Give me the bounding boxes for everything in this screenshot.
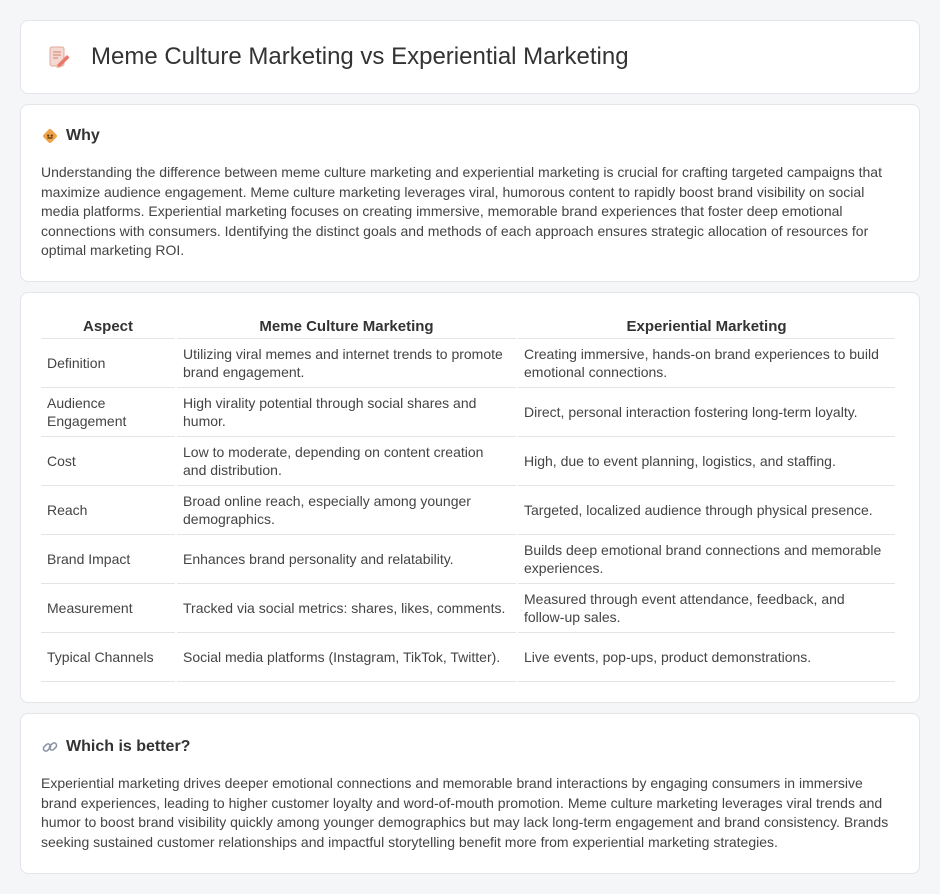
comparison-table: Aspect Meme Culture Marketing Experienti… — [39, 313, 897, 682]
better-title: Which is better? — [66, 738, 191, 755]
row-experiential-value: Direct, personal interaction fostering l… — [518, 388, 895, 437]
header-card: Meme Culture Marketing vs Experiential M… — [20, 20, 920, 94]
table-row: Definition Utilizing viral memes and int… — [41, 339, 895, 388]
table-row: Brand Impact Enhances brand personality … — [41, 535, 895, 584]
table-header-row: Aspect Meme Culture Marketing Experienti… — [41, 313, 895, 339]
memo-pencil-icon — [47, 45, 71, 69]
better-text: Experiential marketing drives deeper emo… — [41, 775, 889, 850]
row-aspect: Measurement — [41, 584, 175, 633]
page-title: Meme Culture Marketing vs Experiential M… — [91, 43, 629, 70]
row-meme-value: Broad online reach, especially among you… — [177, 486, 516, 535]
header-meme-culture: Meme Culture Marketing — [177, 313, 516, 339]
row-experiential-value: Measured through event attendance, feedb… — [518, 584, 895, 633]
row-experiential-value: High, due to event planning, logistics, … — [518, 437, 895, 486]
row-meme-value: Enhances brand personality and relatabil… — [177, 535, 516, 584]
why-title: Why — [66, 127, 100, 144]
why-heading: Why — [41, 127, 899, 145]
row-aspect: Cost — [41, 437, 175, 486]
row-experiential-value: Live events, pop-ups, product demonstrat… — [518, 633, 895, 682]
row-meme-value: Utilizing viral memes and internet trend… — [177, 339, 516, 388]
why-text: Understanding the difference between mem… — [41, 164, 882, 258]
table-row: Audience Engagement High virality potent… — [41, 388, 895, 437]
row-experiential-value: Targeted, localized audience through phy… — [518, 486, 895, 535]
which-is-better-section: Which is better? Experiential marketing … — [20, 713, 920, 874]
comparison-table-card: Aspect Meme Culture Marketing Experienti… — [20, 292, 920, 703]
table-row: Cost Low to moderate, depending on conte… — [41, 437, 895, 486]
diamond-warning-icon — [41, 127, 59, 145]
row-experiential-value: Creating immersive, hands-on brand exper… — [518, 339, 895, 388]
row-aspect: Audience Engagement — [41, 388, 175, 437]
link-icon — [41, 738, 59, 756]
header-experiential: Experiential Marketing — [518, 313, 895, 339]
row-aspect: Brand Impact — [41, 535, 175, 584]
row-experiential-value: Builds deep emotional brand connections … — [518, 535, 895, 584]
table-row: Reach Broad online reach, especially amo… — [41, 486, 895, 535]
row-meme-value: Social media platforms (Instagram, TikTo… — [177, 633, 516, 682]
row-meme-value: Low to moderate, depending on content cr… — [177, 437, 516, 486]
row-meme-value: High virality potential through social s… — [177, 388, 516, 437]
better-heading: Which is better? — [41, 738, 899, 756]
row-aspect: Reach — [41, 486, 175, 535]
table-row: Measurement Tracked via social metrics: … — [41, 584, 895, 633]
row-aspect: Typical Channels — [41, 633, 175, 682]
row-aspect: Definition — [41, 339, 175, 388]
table-row: Typical Channels Social media platforms … — [41, 633, 895, 682]
header-aspect: Aspect — [41, 313, 175, 339]
row-meme-value: Tracked via social metrics: shares, like… — [177, 584, 516, 633]
why-section: Why Understanding the difference between… — [20, 104, 920, 282]
